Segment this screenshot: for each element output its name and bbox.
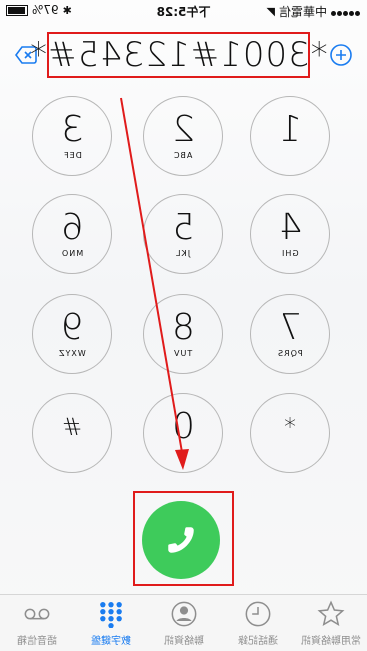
key-1[interactable]: 1 [250,96,330,176]
contact-icon [171,601,196,627]
key-6[interactable]: 6 MNO [32,194,112,274]
wifi-icon: ◥ [266,5,275,18]
key-letters: TUV [173,349,193,358]
key-4[interactable]: 4 GHI [250,194,330,274]
key-hash[interactable]: # [32,393,112,473]
key-letters: ABC [173,151,193,160]
key-digit: * [284,413,296,441]
star-icon [317,600,344,627]
key-letters: GHI [281,249,299,258]
tab-keypad[interactable]: 數字鍵盤 [74,595,147,651]
key-5[interactable]: 5 JKL [143,194,223,274]
dialed-number: *3001#12345#* [29,35,328,75]
signal-icon [331,5,361,19]
key-digit: 2 [171,109,195,150]
phone-icon [168,527,194,553]
key-9[interactable]: 9 WXYZ [32,294,112,374]
key-letters: + [179,448,187,457]
status-bar: 97% ✱ 下午5:28 ◥ 中華電信 [0,0,367,22]
key-letters: MNO [60,249,84,258]
tab-favorites[interactable]: 常用聯絡資訊 [294,595,367,651]
key-digit: 5 [171,207,195,248]
tab-contacts[interactable]: 聯絡資訊 [147,595,220,651]
key-digit: 7 [278,307,302,348]
key-digit: 3 [60,109,84,150]
voicemail-icon [24,608,49,620]
dialed-number-field[interactable]: *3001#12345#* [29,32,328,78]
carrier-name: 中華電信 [278,5,327,19]
key-star[interactable]: * [250,393,330,473]
key-digit: 9 [60,307,84,348]
status-right: ◥ 中華電信 [267,3,361,20]
tab-bar: 常用聯絡資訊 通話記錄 聯絡資訊 數字鍵盤 語音信箱 [0,594,367,651]
key-digit: 8 [171,307,195,348]
key-8[interactable]: 8 TUV [143,294,223,374]
tab-recents[interactable]: 通話記錄 [221,595,294,651]
key-2[interactable]: 2 ABC [143,96,223,176]
tab-label: 數字鍵盤 [90,636,131,647]
tab-label: 通話記錄 [237,636,278,647]
key-digit: # [61,413,83,441]
key-digit: 4 [278,207,302,248]
key-digit: 6 [60,207,84,248]
key-7[interactable]: 7 PQRS [250,294,330,374]
call-button[interactable] [142,501,220,579]
add-contact-icon[interactable] [329,43,353,67]
key-0[interactable]: 0 + [143,393,223,473]
clock-icon [245,601,270,627]
tab-label: 語音信箱 [16,636,57,647]
key-letters: DEF [62,151,82,160]
key-letters: JKL [175,249,191,258]
tab-label: 聯絡資訊 [163,636,204,647]
key-letters: WXYZ [58,349,86,358]
tab-voicemail[interactable]: 語音信箱 [0,595,73,651]
key-letters: PQRS [277,349,303,358]
key-digit: 1 [278,109,302,150]
key-3[interactable]: 3 DEF [32,96,112,176]
key-digit: 0 [171,406,195,447]
dial-entry: *3001#12345#* [0,32,367,82]
tab-label: 常用聯絡資訊 [300,636,361,647]
keypad-icon [99,601,122,628]
phone-screen: 97% ✱ 下午5:28 ◥ 中華電信 *3001#12345#* 1 2 AB… [0,0,367,651]
